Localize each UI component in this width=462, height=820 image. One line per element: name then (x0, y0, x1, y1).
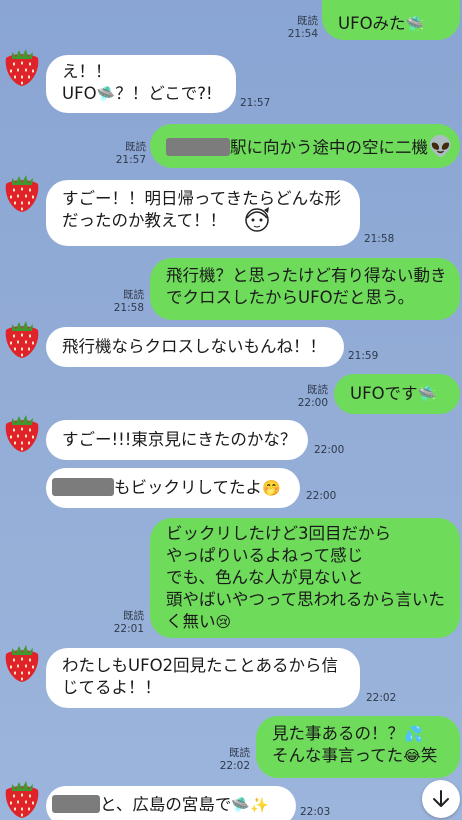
shush-face-icon: 🤭 (262, 479, 281, 497)
timestamp: 22:03 (300, 806, 331, 818)
redacted-text (166, 138, 230, 156)
strawberry-avatar[interactable] (0, 776, 44, 820)
message-bubble-outgoing[interactable]: UFOです🛸 (334, 374, 460, 414)
strawberry-avatar[interactable] (0, 44, 44, 88)
message-text: 笑 (420, 746, 438, 765)
scroll-to-bottom-button[interactable] (422, 780, 460, 818)
laughing-face-icon: 😂 (403, 747, 421, 765)
message-bubble-incoming[interactable]: もビックリしてたよ🤭 (46, 468, 300, 508)
strawberry-avatar[interactable] (0, 640, 44, 684)
read-receipt: 既読 22:02 (219, 747, 250, 772)
message-bubble-incoming[interactable]: すごー!!!東京見にきたのかな？ (46, 420, 308, 460)
message-bubble-incoming[interactable]: と、広島の宮島で🛸✨ (46, 786, 296, 820)
ufo-icon: 🛸 (405, 15, 425, 33)
message-text: じてるよ！！ (62, 678, 161, 697)
message-bubble-outgoing[interactable]: 見た事あるの！？💦 そんな事言ってた😂笑 (256, 716, 460, 778)
read-receipt: 既読 21:54 (287, 15, 318, 40)
timestamp: 22:02 (366, 692, 397, 704)
message-text: く無い (166, 612, 216, 631)
ufo-icon: 🛸 (231, 796, 251, 814)
message-text: 飛行機ならクロスしないもんね！！ (62, 337, 326, 356)
timestamp: 21:58 (364, 233, 395, 245)
message-text: 駅に向かう途中の空に二機 (230, 138, 428, 157)
message-text: ？！どこで?! (115, 84, 213, 103)
message-text: でも、色んな人が見ないと (166, 568, 364, 587)
message-text: すごー！！明日帰ってきたらどんな形 (62, 189, 342, 208)
sparkles-icon: ✨ (250, 796, 269, 814)
read-receipt: 既読 22:00 (297, 384, 328, 409)
ufo-icon: 🛸 (417, 385, 437, 403)
redacted-text (52, 795, 100, 813)
message-bubble-outgoing[interactable]: ビックリしたけど3回目だから やっぱりいるよねって感じ でも、色んな人が見ないと… (150, 518, 460, 638)
message-text: やっぱりいるよねって感じ (166, 546, 364, 565)
crying-face-icon: 😢 (215, 613, 232, 631)
message-bubble-incoming[interactable]: わたしもUFO2回見たことあるから信 じてるよ！！ (46, 648, 360, 708)
redacted-text (52, 478, 114, 496)
message-text: そんな事言ってた (272, 746, 404, 765)
message-text: わたしもUFO2回見たことあるから信 (62, 656, 339, 675)
message-text: UFOみた (338, 14, 406, 33)
strawberry-avatar[interactable] (0, 410, 44, 454)
alien-icon: 👽 (428, 134, 453, 158)
message-bubble-outgoing[interactable]: UFOみた🛸 (322, 0, 460, 40)
message-bubble-outgoing[interactable]: 飛行機？と思ったけど有り得ない動き でクロスしたからUFOだと思う。 (150, 258, 460, 320)
read-receipt: 既読 21:57 (115, 141, 146, 166)
message-text: だったのか教えて！！ (62, 211, 227, 230)
message-bubble-incoming[interactable]: すごー！！明日帰ってきたらどんな形 だったのか教えて！！ (46, 180, 360, 246)
message-bubble-outgoing[interactable]: 駅に向かう途中の空に二機👽 (150, 124, 460, 168)
message-text: 飛行機？と思ったけど有り得ない動き (166, 266, 447, 285)
message-text: でクロスしたからUFOだと思う。 (166, 288, 415, 307)
strawberry-avatar[interactable] (0, 316, 44, 360)
sweat-drops-icon: 💦 (404, 725, 423, 743)
strawberry-avatar[interactable] (0, 170, 44, 214)
message-text: え！！ (62, 62, 112, 81)
message-text: ビックリしたけど3回目だから (166, 524, 391, 543)
message-text: UFO (62, 84, 97, 103)
message-text: 見た事あるの！？ (272, 724, 404, 743)
message-text: もビックリしてたよ (114, 478, 263, 497)
read-receipt: 既読 22:01 (113, 610, 144, 635)
girl-sticker-icon (245, 207, 269, 232)
message-bubble-incoming[interactable]: え！！ UFO🛸？！どこで?! (46, 55, 236, 113)
arrow-down-icon (433, 790, 449, 807)
timestamp: 22:00 (314, 444, 345, 456)
timestamp: 21:59 (348, 350, 379, 362)
message-text: すごー!!!東京見にきたのかな？ (62, 430, 297, 449)
message-text: 頭やばいやつって思われるから言いた (166, 590, 445, 609)
message-bubble-incoming[interactable]: 飛行機ならクロスしないもんね！！ (46, 327, 344, 367)
ufo-icon: 🛸 (96, 85, 116, 103)
message-text: と、広島の宮島で (100, 795, 232, 814)
timestamp: 21:57 (240, 97, 271, 109)
read-receipt: 既読 21:58 (113, 289, 144, 314)
timestamp: 22:00 (306, 490, 337, 502)
message-text: UFOです (350, 384, 418, 403)
